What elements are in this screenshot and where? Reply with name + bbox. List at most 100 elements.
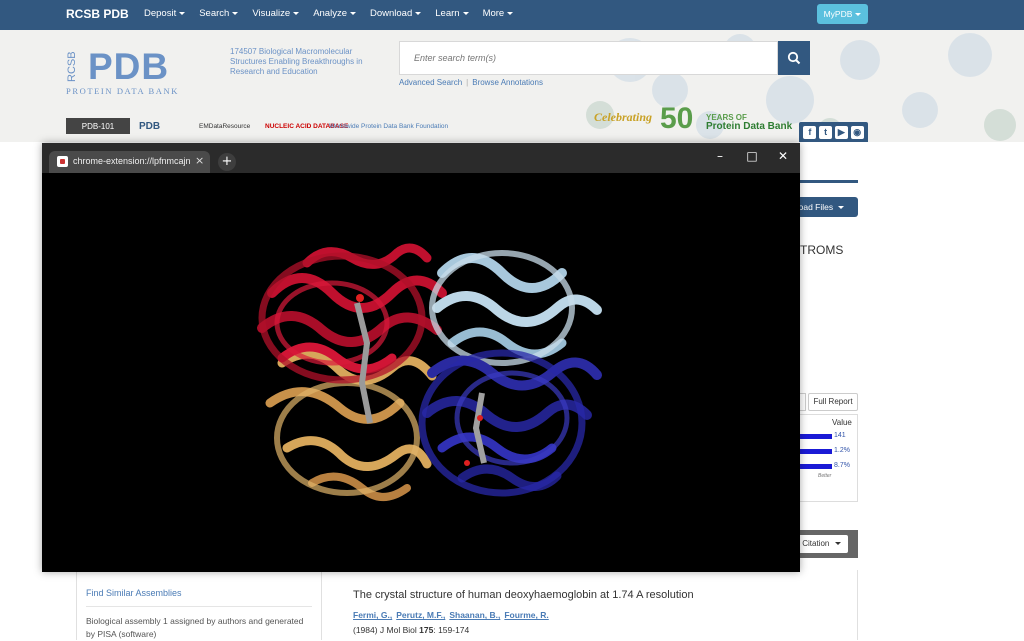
entry-title-fragment: TROMS	[800, 243, 844, 257]
caret-down-icon	[293, 11, 300, 15]
github-icon[interactable]: ◉	[850, 125, 864, 139]
years-of-pdb: YEARS OF Protein Data Bank	[706, 114, 792, 132]
nav-deposit-label: Deposit	[144, 8, 177, 19]
extension-favicon-icon	[57, 156, 68, 167]
caret-down-icon	[462, 11, 469, 15]
citation-authors: Fermi, G., Perutz, M.F., Shaanan, B., Fourm…	[353, 610, 553, 620]
author-link[interactable]: Fermi, G.,	[353, 610, 392, 620]
molecule-3d-viewport[interactable]	[42, 173, 800, 572]
search-button[interactable]	[778, 41, 810, 75]
pdb101-logo[interactable]: PDB-101	[66, 118, 130, 134]
download-files-button[interactable]: nload Files	[790, 197, 858, 217]
author-link[interactable]: Fourme, R.	[504, 610, 548, 620]
journal-volume: 175	[419, 625, 434, 635]
molecule-viewer-popup-window: chrome-extension://lpfnmcajn × + – □ ✕	[42, 143, 800, 572]
partner-logos: PDB-101 PDB EMDataResource NUCLEIC ACID …	[66, 118, 448, 134]
twitter-icon[interactable]: t	[819, 125, 833, 139]
caret-down-icon	[834, 542, 841, 546]
search-box	[399, 41, 778, 75]
maximize-button[interactable]: □	[741, 146, 763, 166]
chain-tan	[265, 349, 437, 501]
caret-down-icon	[179, 11, 186, 15]
nav-more[interactable]: More	[483, 8, 514, 19]
nav-visualize[interactable]: Visualize	[252, 8, 300, 19]
minimize-button[interactable]: –	[709, 146, 731, 166]
logo-rcsb-text: RCSB	[66, 51, 78, 82]
validation-value: 1.2%	[834, 447, 850, 454]
advanced-search-link[interactable]: Advanced Search	[399, 78, 462, 87]
nav-more-label: More	[482, 8, 505, 19]
close-button[interactable]: ✕	[772, 146, 794, 166]
tab-underline	[800, 180, 858, 183]
caret-down-icon	[232, 11, 239, 15]
social-links: f t ▶ ◉	[799, 122, 868, 142]
tab-close-icon[interactable]: ×	[195, 154, 204, 167]
nav-analyze[interactable]: Analyze	[313, 8, 356, 19]
wwpdb-logo[interactable]: PDB	[136, 118, 190, 134]
nav-visualize-label: Visualize	[252, 8, 291, 19]
chain-dark-blue	[418, 349, 602, 497]
years-pdb-label: Protein Data Bank	[706, 121, 793, 132]
youtube-icon[interactable]: ▶	[834, 125, 848, 139]
nav-download[interactable]: Download	[370, 8, 422, 19]
fifty-years-number: 50	[660, 102, 694, 135]
nav-download-label: Download	[370, 8, 413, 19]
browse-annotations-link[interactable]: Browse Annotations	[472, 78, 543, 87]
brand-link[interactable]: RCSB PDB	[66, 7, 129, 21]
celebrating-text: Celebrating	[594, 110, 653, 124]
nav-learn-label: Learn	[435, 8, 460, 19]
top-navbar: RCSB PDB Deposit Search Visualize Analyz…	[0, 0, 1024, 30]
cite-button[interactable]: y Citation	[794, 535, 848, 553]
report-button-left[interactable]	[800, 393, 806, 411]
journal-name: (1984) J Mol Biol	[353, 625, 417, 635]
tab-title: chrome-extension://lpfnmcajn	[73, 156, 191, 166]
assembly-note: Biological assembly 1 assigned by author…	[86, 616, 304, 639]
nakb-logo[interactable]: NUCLEIC ACID DATABASE	[262, 118, 348, 134]
cite-label: y Citation	[796, 539, 830, 548]
validation-value: 8.7%	[834, 462, 850, 469]
validation-value: 141	[834, 432, 846, 439]
new-tab-button[interactable]: +	[218, 153, 236, 171]
caret-down-icon	[507, 11, 514, 15]
sidebar-divider	[86, 606, 312, 607]
validation-bar	[800, 449, 832, 454]
caret-down-icon	[838, 206, 845, 210]
nav-analyze-label: Analyze	[313, 8, 347, 19]
wwpdb-foundation-logo[interactable]: Worldwide Protein Data Bank Foundation	[326, 118, 448, 134]
author-link[interactable]: Shaanan, B.,	[449, 610, 500, 620]
search-links: Advanced Search | Browse Annotations	[399, 78, 543, 87]
popup-tab[interactable]: chrome-extension://lpfnmcajn ×	[49, 151, 210, 173]
logo-pdb-text: PDB	[88, 46, 170, 87]
popup-titlebar[interactable]: chrome-extension://lpfnmcajn × + – □ ✕	[42, 143, 800, 173]
nav-learn[interactable]: Learn	[435, 8, 469, 19]
full-report-button[interactable]: Full Report	[808, 393, 858, 411]
caret-down-icon	[855, 13, 862, 17]
search-input[interactable]	[400, 42, 777, 74]
journal-pages: : 159-174	[433, 625, 470, 635]
caret-down-icon	[415, 11, 422, 15]
facebook-icon[interactable]: f	[803, 125, 817, 139]
nav-search-label: Search	[199, 8, 230, 19]
nav-deposit[interactable]: Deposit	[144, 8, 186, 19]
caret-down-icon	[350, 11, 356, 15]
emdataresource-logo[interactable]: EMDataResource	[196, 118, 256, 134]
hemoglobin-ribbon-render	[257, 243, 602, 501]
nav-menu: Deposit Search Visualize Analyze Downloa…	[144, 8, 514, 19]
search-icon	[787, 51, 801, 65]
validation-bar	[800, 464, 832, 469]
mypdb-button[interactable]: MyPDB	[817, 4, 868, 24]
author-link[interactable]: Perutz, M.F.,	[396, 610, 445, 620]
find-similar-assemblies-link[interactable]: Find Similar Assemblies	[86, 588, 182, 598]
link-separator: |	[466, 78, 469, 87]
nav-search[interactable]: Search	[199, 8, 239, 19]
rcsb-pdb-logo[interactable]: RCSB PDB PROTEIN DATA BANK	[66, 46, 226, 124]
better-label: Better	[818, 473, 832, 479]
validation-value-header: Value	[832, 418, 852, 427]
validation-bar	[800, 434, 832, 439]
tagline: 174507 Biological Macromolecular Structu…	[230, 47, 363, 76]
citation-journal: (1984) J Mol Biol 175: 159-174	[353, 625, 469, 635]
chain-light-blue	[429, 250, 602, 366]
validation-panel	[800, 414, 858, 502]
logo-subtitle: PROTEIN DATA BANK	[66, 86, 179, 96]
mypdb-label: MyPDB	[823, 9, 853, 19]
